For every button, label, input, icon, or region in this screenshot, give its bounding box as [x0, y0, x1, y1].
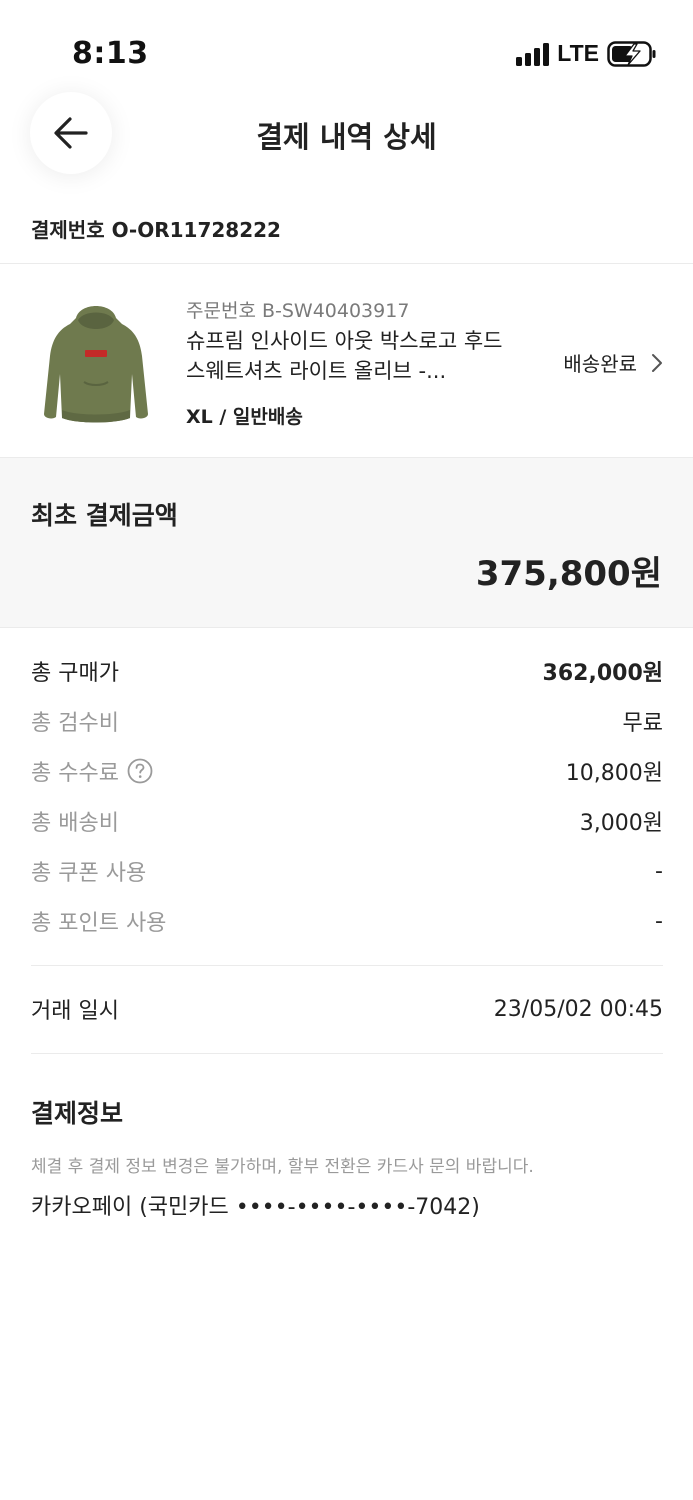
product-option: XL / 일반배송: [186, 406, 303, 428]
breakdown-label: 총 포인트 사용: [31, 911, 167, 936]
header: 결제 내역 상세: [0, 92, 693, 176]
breakdown-row-shipping: 총 배송비 3,000원: [31, 801, 663, 841]
breakdown-value: 10,800원: [565, 761, 663, 786]
delivery-status-label: 배송완료: [563, 352, 637, 376]
initial-payment-label: 최초 결제금액: [31, 501, 178, 530]
initial-payment-section: 최초 결제금액 375,800원: [0, 457, 693, 628]
initial-payment-amount: 375,800원: [475, 554, 662, 594]
breakdown-value: 3,000원: [579, 811, 663, 836]
payment-number: 결제번호 O-OR11728222: [31, 218, 281, 242]
breakdown-row-coupon: 총 쿠폰 사용 -: [31, 851, 663, 891]
breakdown-value: 362,000원: [542, 661, 663, 686]
breakdown-label: 총 쿠폰 사용: [31, 861, 147, 886]
breakdown-label-wrap: 총 수수료: [31, 755, 153, 787]
status-time: 8:13: [72, 36, 149, 71]
status-bar: 8:13 LTE: [0, 0, 693, 100]
breakdown-value: 무료: [622, 711, 663, 736]
breakdown-value: -: [655, 908, 663, 934]
battery-charging-icon: [607, 40, 656, 67]
transaction-label: 거래 일시: [31, 999, 119, 1024]
product-thumbnail: [44, 306, 148, 423]
breakdown-row-inspection: 총 검수비 무료: [31, 701, 663, 741]
payment-info-notice: 체결 후 결제 정보 변경은 불가하며, 할부 전환은 카드사 문의 바랍니다.: [31, 1157, 534, 1177]
product-card[interactable]: 주문번호 B-SW40403917 슈프림 인사이드 아웃 박스로고 후드 스웨…: [0, 264, 693, 457]
question-circle-icon[interactable]: [127, 758, 153, 784]
breakdown-label: 총 검수비: [31, 711, 119, 736]
signal-icon: [516, 42, 550, 66]
breakdown-label: 총 수수료: [31, 761, 119, 786]
delivery-status-button[interactable]: 배송완료: [563, 348, 663, 377]
transaction-datetime: 23/05/02 00:45: [493, 996, 663, 1022]
breakdown-row-points: 총 포인트 사용 -: [31, 901, 663, 941]
breakdown-row-fee: 총 수수료 10,800원: [31, 751, 663, 791]
payment-info-title: 결제정보: [31, 1099, 124, 1128]
chevron-right-icon: [652, 353, 662, 372]
breakdown-label: 총 구매가: [31, 661, 119, 686]
page-title: 결제 내역 상세: [256, 120, 437, 154]
order-number: 주문번호 B-SW40403917: [186, 300, 410, 322]
network-label: LTE: [557, 40, 599, 66]
breakdown-value: -: [655, 858, 663, 884]
divider: [31, 965, 663, 966]
status-indicators: LTE: [516, 40, 657, 67]
breakdown-label: 총 배송비: [31, 811, 119, 836]
transaction-row: 거래 일시 23/05/02 00:45: [31, 989, 663, 1029]
payment-method: 카카오페이 (국민카드 ••••-••••-••••-7042): [31, 1195, 480, 1220]
product-name: 슈프림 인사이드 아웃 박스로고 후드 스웨트셔츠 라이트 올리브 -...: [186, 329, 503, 383]
breakdown-row-purchase: 총 구매가 362,000원: [31, 651, 663, 691]
divider: [31, 1053, 663, 1054]
